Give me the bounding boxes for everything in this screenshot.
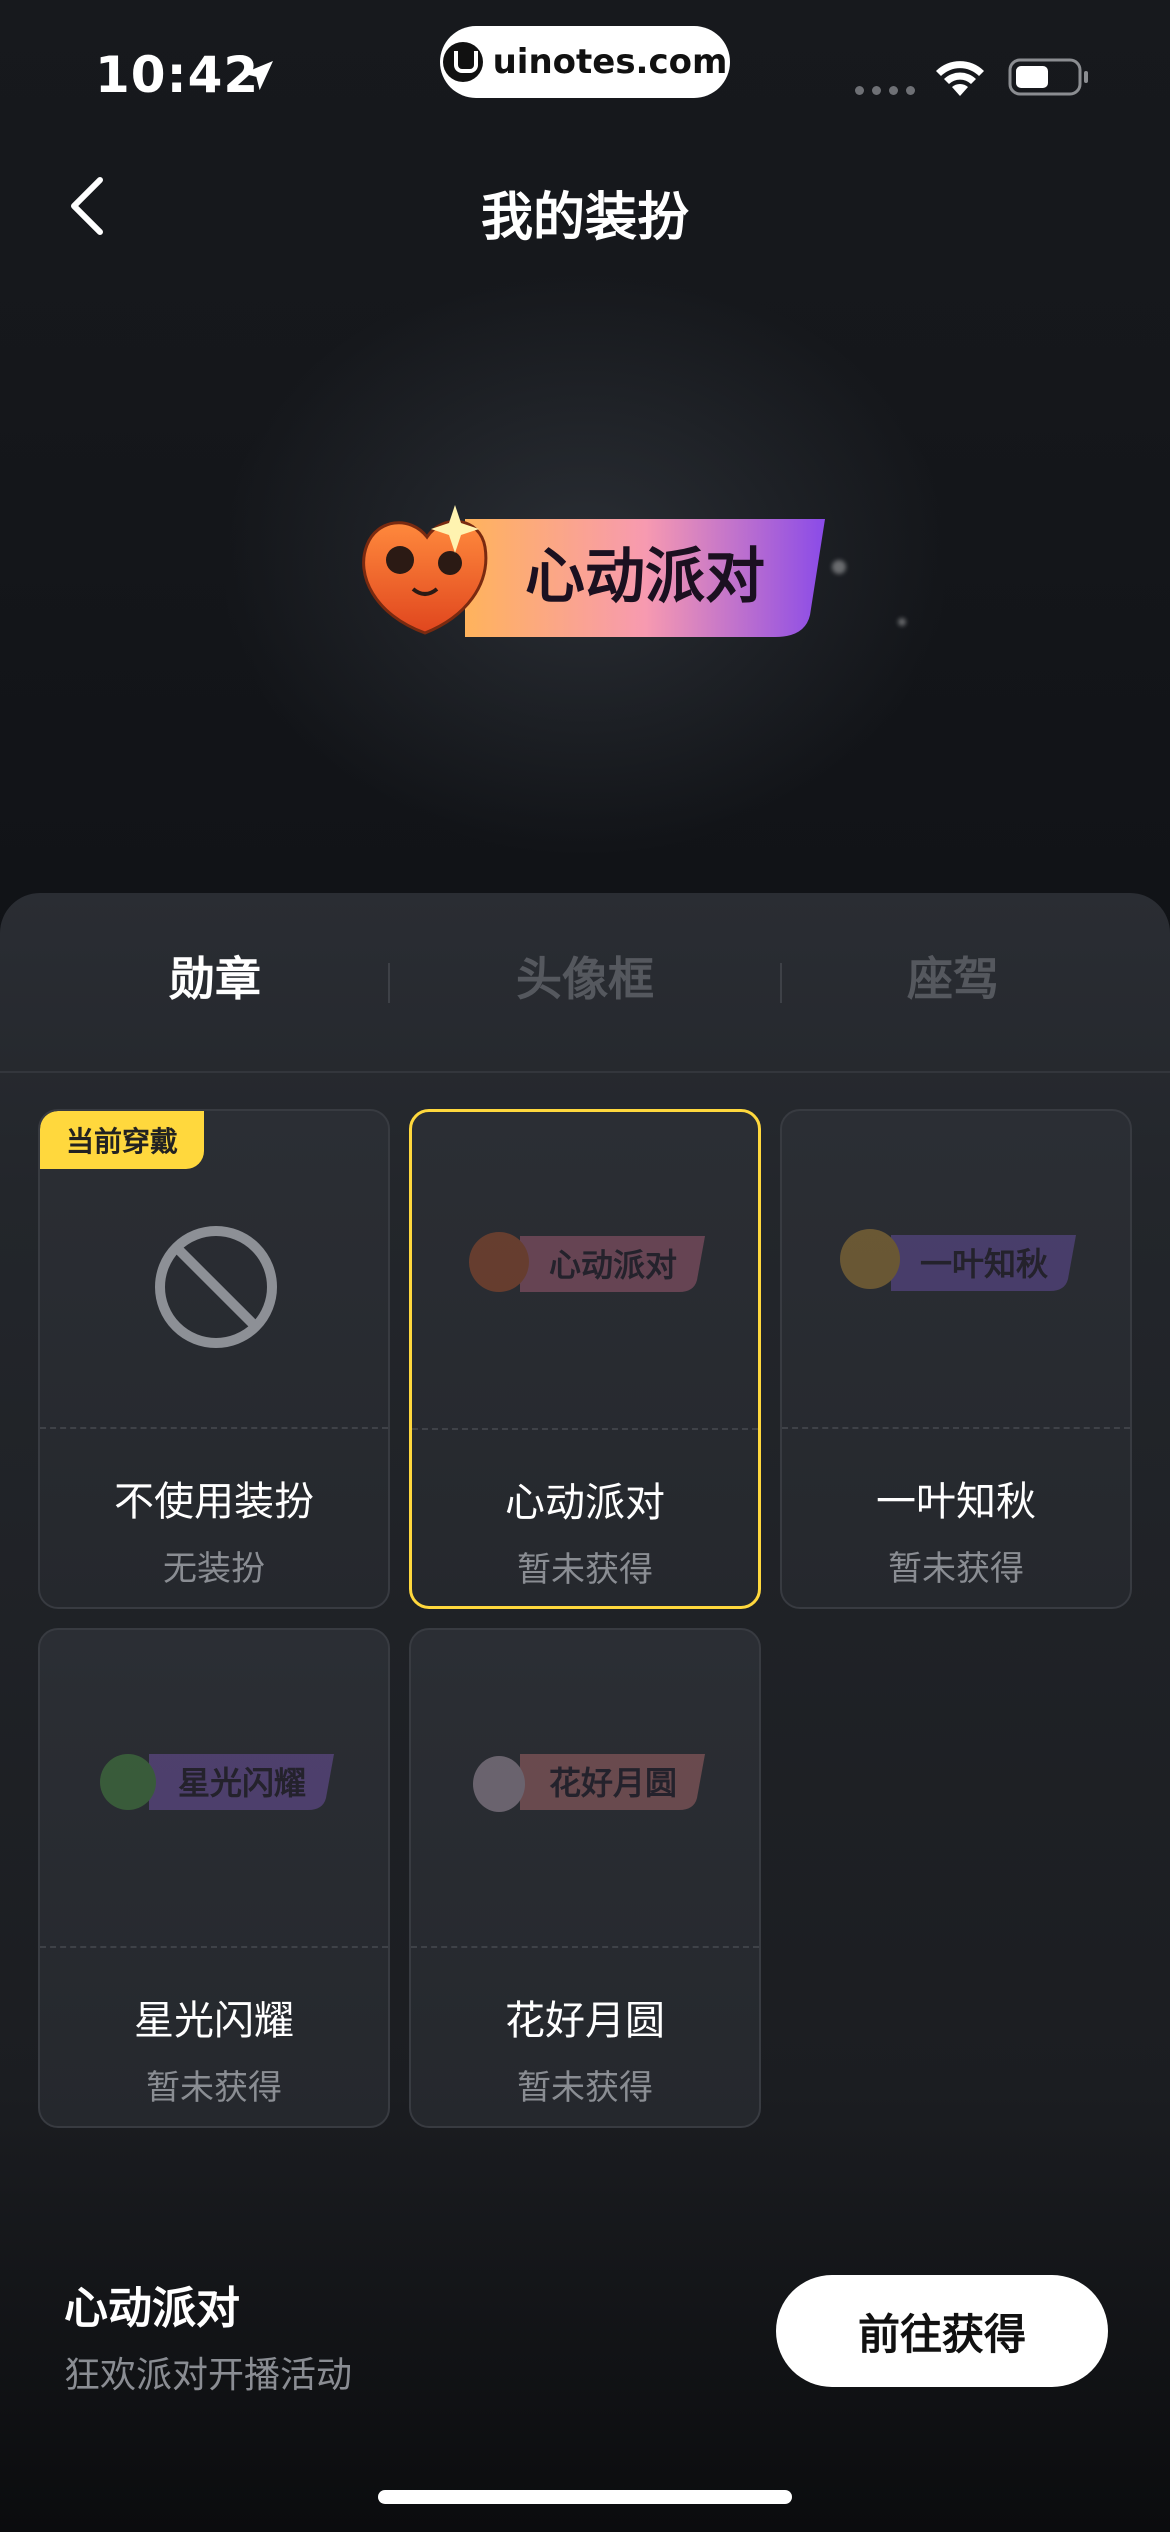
hero-badge-text: 心动派对 — [525, 542, 765, 612]
card-status: 暂未获得 — [146, 2068, 282, 2108]
card-xingguang-shanyao[interactable]: 星光闪耀 星光闪耀 暂未获得 — [38, 1628, 390, 2128]
tab-vehicle[interactable]: 座驾 — [768, 943, 1138, 1009]
tab-medals[interactable]: 勋章 — [30, 943, 400, 1009]
badge-art-text: 星光闪耀 — [178, 1764, 306, 1802]
url-text: uinotes.com — [492, 42, 728, 82]
badge-art-text: 一叶知秋 — [920, 1245, 1048, 1283]
tab-divider — [388, 963, 390, 1003]
uinotes-logo-icon — [442, 42, 483, 82]
tab-bar: 勋章 头像框 座驾 — [0, 893, 1170, 1073]
sparkle-decoration — [832, 560, 846, 574]
card-name: 不使用装扮 — [114, 1479, 314, 1525]
badge-leaf-icon: 一叶知秋 — [840, 1229, 1076, 1291]
selected-item-subtitle: 狂欢派对开播活动 — [64, 2355, 353, 2396]
badge-art-text: 心动派对 — [549, 1246, 677, 1284]
battery-icon — [1008, 58, 1088, 96]
badge-xindong-icon: 心动派对 — [469, 1232, 705, 1292]
card-xindong-paidui[interactable]: 心动派对 心动派对 暂未获得 — [409, 1109, 761, 1609]
ban-icon — [155, 1226, 277, 1348]
card-divider — [782, 1427, 1130, 1429]
page-title: 我的装扮 — [480, 188, 689, 248]
current-wearing-tag: 当前穿戴 — [40, 1111, 204, 1169]
card-divider — [40, 1946, 388, 1948]
card-status: 暂未获得 — [517, 1550, 653, 1590]
card-divider — [411, 1946, 759, 1948]
card-no-dressup[interactable]: 当前穿戴 不使用装扮 无装扮 — [38, 1109, 390, 1609]
hero-badge-preview: 心动派对 — [362, 505, 825, 637]
card-name: 星光闪耀 — [134, 1998, 294, 2044]
card-yiye-zhiqiu[interactable]: 一叶知秋 一叶知秋 暂未获得 — [780, 1109, 1132, 1609]
badge-star-icon: 星光闪耀 — [100, 1754, 334, 1810]
card-status: 无装扮 — [163, 1549, 265, 1589]
wifi-icon — [936, 61, 984, 96]
selected-item-title: 心动派对 — [64, 2283, 240, 2334]
status-bar: 10:42 uinotes.com — [0, 0, 1170, 140]
go-get-button[interactable]: 前往获得 — [776, 2275, 1108, 2387]
sparkle-decoration — [898, 618, 906, 626]
card-name: 心动派对 — [505, 1480, 665, 1526]
status-time: 10:42 — [95, 46, 260, 104]
url-pill: uinotes.com — [440, 26, 730, 98]
card-name: 一叶知秋 — [876, 1479, 1036, 1525]
card-status: 暂未获得 — [888, 1549, 1024, 1589]
tab-avatar-frame[interactable]: 头像框 — [400, 943, 770, 1009]
home-indicator[interactable] — [378, 2490, 792, 2504]
card-divider — [40, 1427, 388, 1429]
card-status: 暂未获得 — [517, 2068, 653, 2108]
card-divider — [412, 1428, 758, 1430]
cellular-signal-icon — [855, 86, 915, 95]
card-name: 花好月圆 — [505, 1998, 665, 2044]
badge-art-text: 花好月圆 — [549, 1764, 677, 1802]
hero-background — [0, 0, 1170, 1000]
location-arrow-icon — [243, 61, 273, 91]
card-huahao-yueyuan[interactable]: 花好月圆 花好月圆 暂未获得 — [409, 1628, 761, 2128]
badge-rabbit-icon: 花好月圆 — [473, 1754, 705, 1812]
